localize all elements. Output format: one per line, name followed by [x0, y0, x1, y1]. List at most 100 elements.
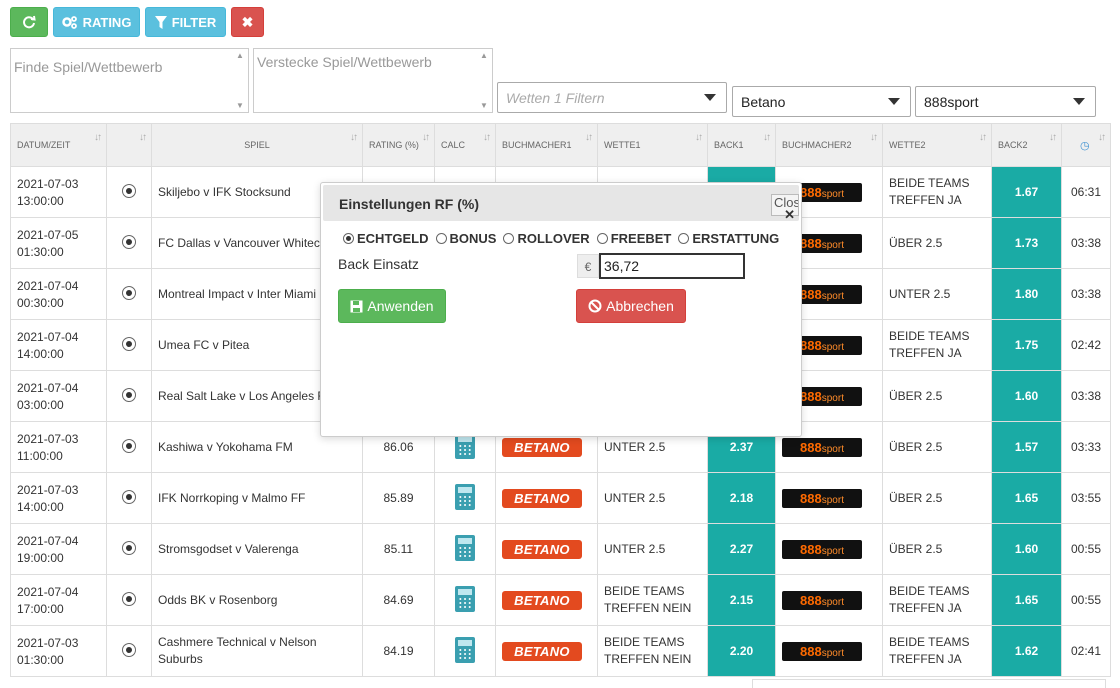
stake-type-radio[interactable]: FREEBET: [596, 231, 671, 246]
column-header[interactable]: RATING (%) ↓↑: [362, 123, 435, 167]
bet2-value: BEIDE TEAMS TREFFEN JA: [889, 329, 970, 360]
soccer-ball-icon: [122, 540, 136, 555]
betano-logo[interactable]: BETANO: [502, 641, 582, 661]
find-game-input[interactable]: Finde Spiel/Wettbewerb ▲ ▼: [10, 48, 249, 113]
sort-icon[interactable]: ↓↑: [350, 132, 358, 143]
rating-value: 85.11: [383, 542, 414, 556]
apply-button[interactable]: Anwenden: [338, 289, 446, 323]
radio-circle[interactable]: [503, 233, 515, 244]
888sport-logo[interactable]: 888sport: [782, 641, 862, 661]
sport-cell: [106, 166, 152, 218]
bet2-cell: ÜBER 2.5: [882, 217, 992, 269]
clear-filter-button[interactable]: ✖: [231, 7, 264, 37]
refresh-button[interactable]: [10, 7, 48, 37]
stake-type-radio[interactable]: BONUS: [435, 231, 496, 246]
sort-icon[interactable]: ↓↑: [94, 132, 102, 143]
sort-icon[interactable]: ↓↑: [695, 132, 703, 143]
date-cell: 2021-07-03 13:00:00: [10, 166, 107, 218]
gears-icon: [61, 16, 77, 29]
radio-circle[interactable]: [678, 233, 690, 244]
column-header[interactable]: CALC ↓↑: [434, 123, 496, 167]
column-header[interactable]: SPIEL ↓↑: [151, 123, 363, 167]
column-header[interactable]: BUCHMACHER2 ↓↑: [775, 123, 883, 167]
table-row[interactable]: 2021-07-03 01:30:00 Cashmere Technical v N…: [10, 625, 1111, 677]
date-cell: 2021-07-03 11:00:00: [10, 421, 107, 473]
sport-cell: [106, 574, 152, 626]
rating-value: 85.89: [383, 491, 414, 505]
column-header[interactable]: ◷ ↓↑: [1061, 123, 1111, 167]
sport-cell: [106, 472, 152, 524]
radio-circle[interactable]: [343, 233, 354, 244]
sort-icon[interactable]: ↓↑: [422, 132, 430, 143]
betano-logo[interactable]: BETANO: [502, 437, 582, 457]
pagination[interactable]: [752, 679, 1106, 688]
stake-type-radio[interactable]: ECHTGELD: [343, 231, 429, 246]
stake-type-radio[interactable]: ERSTATTUNG: [678, 231, 779, 246]
date-cell: 2021-07-05 01:30:00: [10, 217, 107, 269]
logo-888: 888: [800, 490, 822, 506]
bookmaker2-cell: 888sport: [775, 625, 883, 677]
column-header[interactable]: BACK1 ↓↑: [707, 123, 776, 167]
sport-cell: [106, 421, 152, 473]
scrollbar[interactable]: ▲ ▼: [234, 51, 246, 110]
hide-game-input[interactable]: Verstecke Spiel/Wettbewerb ▲ ▼: [253, 48, 493, 113]
back1-cell: 2.15: [707, 574, 776, 626]
sort-icon[interactable]: ↓↑: [483, 132, 491, 143]
column-header[interactable]: BUCHMACHER1 ↓↑: [495, 123, 598, 167]
betano-logo[interactable]: BETANO: [502, 539, 582, 559]
betano-logo[interactable]: BETANO: [502, 488, 582, 508]
sport-cell: [106, 268, 152, 320]
column-header-label: RATING (%): [369, 140, 419, 150]
table-row[interactable]: 2021-07-03 14:00:00 IFK Norrkoping v Malmo…: [10, 472, 1111, 524]
column-header[interactable]: BACK2 ↓↑: [991, 123, 1062, 167]
radio-circle[interactable]: [596, 233, 608, 244]
back-stake-input[interactable]: 36,72: [599, 253, 745, 279]
sort-icon[interactable]: ↓↑: [979, 132, 987, 143]
column-header[interactable]: DATUM/ZEIT ↓↑: [10, 123, 107, 167]
888sport-logo[interactable]: 888sport: [782, 437, 862, 457]
sort-icon[interactable]: ↓↑: [585, 132, 593, 143]
back2-value: 1.60: [1014, 542, 1039, 556]
sort-icon[interactable]: ↓↑: [1098, 132, 1106, 143]
calculator-icon[interactable]: [455, 483, 475, 510]
bookmaker1-cell: BETANO: [495, 472, 598, 524]
logo-sport: sport: [821, 290, 844, 302]
sort-icon[interactable]: ↓↑: [763, 132, 771, 143]
sort-icon[interactable]: ↓↑: [870, 132, 878, 143]
column-header[interactable]: ↓↑: [106, 123, 152, 167]
rating-cell: 85.89: [362, 472, 435, 524]
column-header[interactable]: WETTE2 ↓↑: [882, 123, 992, 167]
sort-icon[interactable]: ↓↑: [139, 132, 147, 143]
table-row[interactable]: 2021-07-04 19:00:00 Stromsgodset v Valeren…: [10, 523, 1111, 575]
bookmaker2-select[interactable]: 888sport: [915, 86, 1096, 117]
calculator-icon[interactable]: [455, 534, 475, 561]
cancel-button[interactable]: Abbrechen: [576, 289, 686, 323]
logo-sport: sport: [821, 545, 844, 557]
back2-value: 1.57: [1014, 440, 1039, 454]
date-cell: 2021-07-04 19:00:00: [10, 523, 107, 575]
rating-button[interactable]: RATING: [53, 7, 140, 37]
sort-icon[interactable]: ↓↑: [1049, 132, 1057, 143]
column-header[interactable]: WETTE1 ↓↑: [597, 123, 708, 167]
filter-icon: [154, 15, 167, 29]
filter-button[interactable]: FILTER: [145, 7, 226, 37]
calculator-icon[interactable]: [455, 636, 475, 663]
888sport-logo[interactable]: 888sport: [782, 488, 862, 508]
logo-sport: sport: [821, 647, 844, 659]
rating-cell: 85.11: [362, 523, 435, 575]
bookmaker1-select[interactable]: Betano: [732, 86, 911, 117]
calculator-icon[interactable]: [455, 585, 475, 612]
time-left-value: 02:41: [1070, 644, 1102, 658]
close-icon[interactable]: ✕: [784, 207, 795, 223]
bets-filter-select[interactable]: Wetten 1 Filtern: [497, 82, 727, 113]
888sport-logo[interactable]: 888sport: [782, 590, 862, 610]
scrollbar[interactable]: ▲ ▼: [478, 51, 490, 110]
chevron-down-icon: [888, 98, 900, 105]
stake-type-radio[interactable]: ROLLOVER: [503, 231, 590, 246]
soccer-ball-icon: [122, 387, 136, 402]
888sport-logo[interactable]: 888sport: [782, 539, 862, 559]
table-row[interactable]: 2021-07-04 17:00:00 Odds BK v Rosenborg 84.…: [10, 574, 1111, 626]
betano-logo[interactable]: BETANO: [502, 590, 582, 610]
sport-cell: [106, 217, 152, 269]
radio-circle[interactable]: [435, 233, 447, 244]
